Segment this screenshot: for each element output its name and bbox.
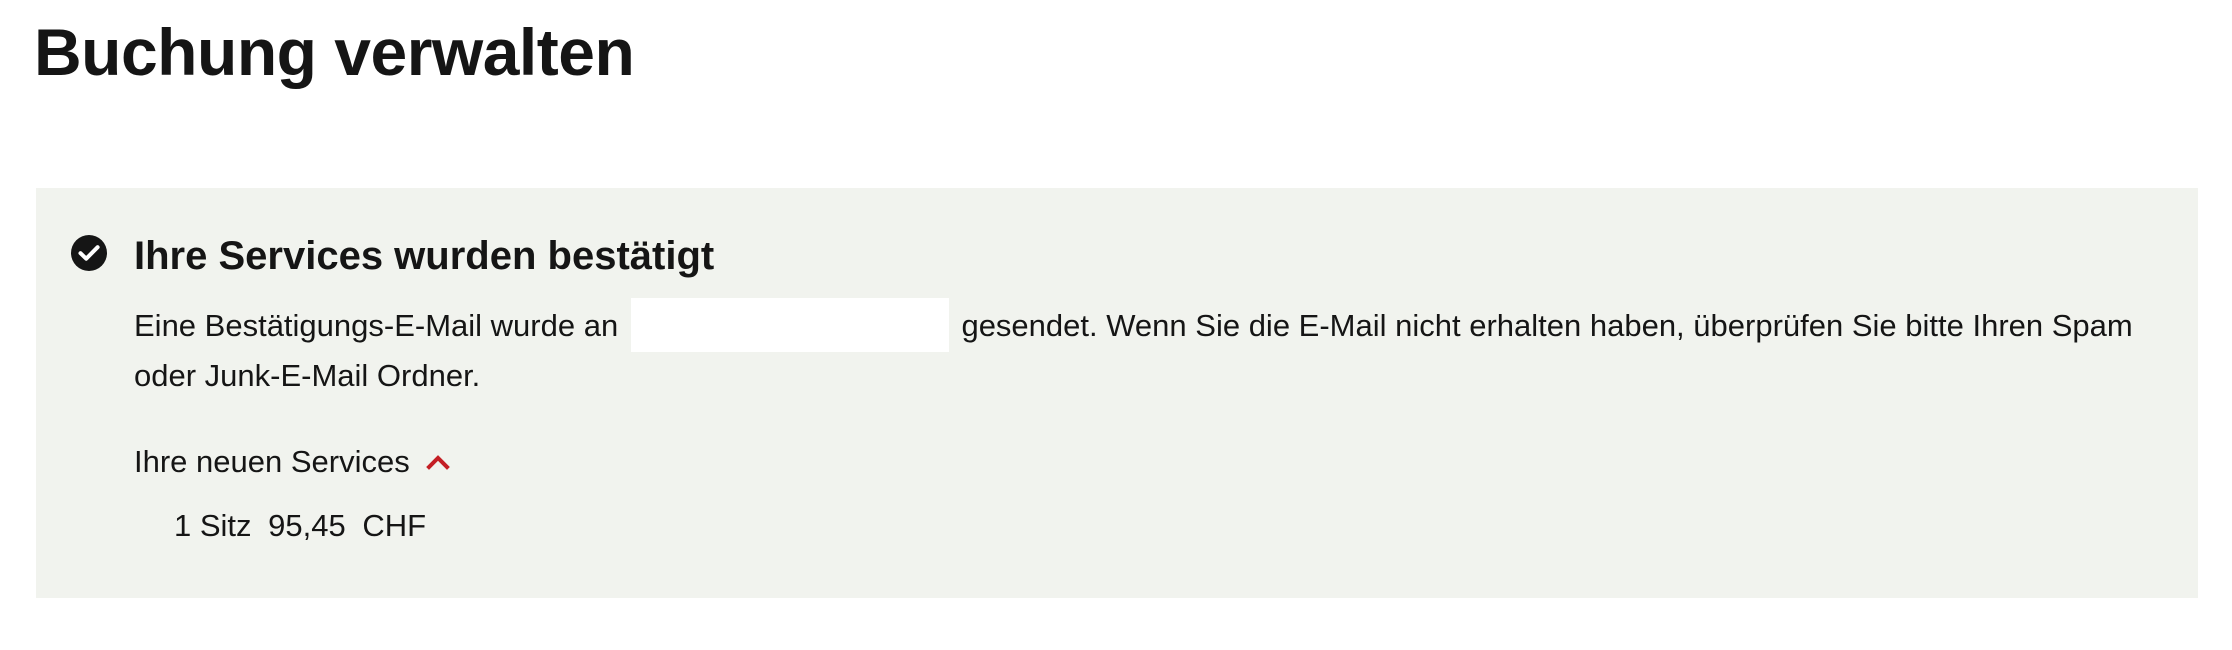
confirmation-title: Ihre Services wurden bestätigt <box>134 234 715 278</box>
service-price: 95,45 <box>268 508 346 543</box>
check-circle-icon <box>71 235 107 271</box>
page-title: Buchung verwalten <box>34 15 635 89</box>
service-item-seat: 1 Sitz 95,45 CHF <box>174 506 434 546</box>
new-services-label: Ihre neuen Services <box>134 444 410 479</box>
service-currency: CHF <box>362 508 427 543</box>
redacted-email <box>630 297 949 352</box>
new-services-toggle[interactable]: Ihre neuen Services <box>134 442 450 482</box>
services-confirmation-panel: Ihre Services wurden bestätigt Eine Best… <box>36 188 2198 598</box>
service-quantity: 1 Sitz <box>174 508 252 543</box>
message-before-email: Eine Bestätigungs-E-Mail wurde an <box>134 308 619 343</box>
confirmation-message: Eine Bestätigungs-E-Mail wurde an gesend… <box>134 297 2164 400</box>
chevron-up-icon[interactable] <box>425 454 450 470</box>
